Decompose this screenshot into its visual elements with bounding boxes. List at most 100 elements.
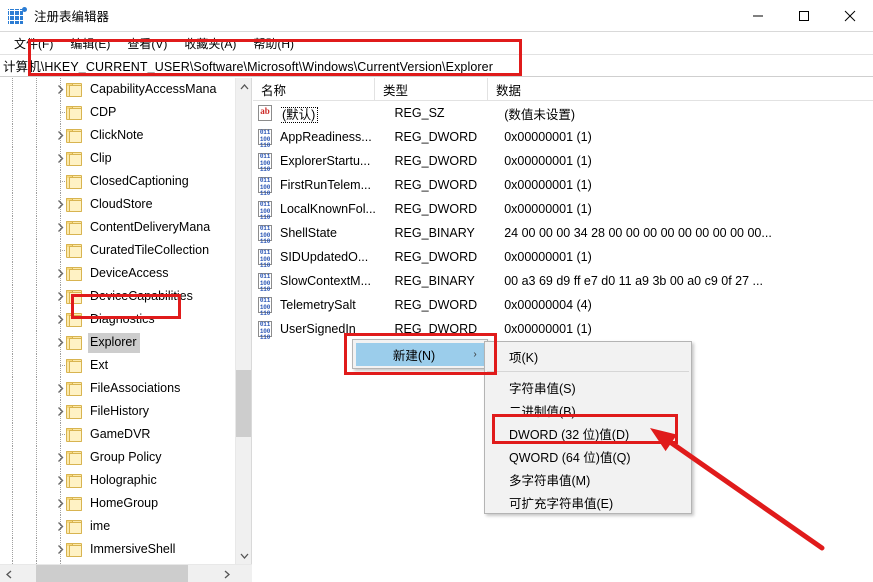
value-type: REG_BINARY — [395, 226, 505, 240]
value-list-row[interactable]: ab(默认)REG_SZ(数值未设置) — [253, 101, 873, 125]
value-type: REG_DWORD — [395, 322, 505, 336]
value-list-row[interactable]: 011100110SIDUpdatedO...REG_DWORD0x000000… — [253, 245, 873, 269]
tree-indent — [0, 285, 66, 308]
value-list-row[interactable]: 011100110ShellStateREG_BINARY24 00 00 00… — [253, 221, 873, 245]
tree-item-clip[interactable]: Clip — [0, 147, 236, 170]
tree-hscroll-thumb[interactable] — [36, 565, 188, 582]
tree-item-homegroup[interactable]: HomeGroup — [0, 492, 236, 515]
tree-item-clicknote[interactable]: ClickNote — [0, 124, 236, 147]
tree-item-devicecapabilities[interactable]: DeviceCapabilities — [0, 285, 236, 308]
value-list-row[interactable]: 011100110TelemetrySaltREG_DWORD0x0000000… — [253, 293, 873, 317]
value-name-text: LocalKnownFol... — [280, 202, 376, 216]
folder-icon — [66, 451, 82, 465]
address-bar[interactable]: 计算机\HKEY_CURRENT_USER\Software\Microsoft… — [0, 54, 873, 77]
folder-icon — [66, 497, 82, 511]
tree-item-closedcaptioning[interactable]: ClosedCaptioning — [0, 170, 236, 193]
minimize-button[interactable] — [735, 0, 781, 32]
tree-item-label: Clip — [88, 149, 115, 169]
value-name-text: SIDUpdatedO... — [280, 250, 368, 264]
tree-item-label: ClosedCaptioning — [88, 172, 192, 192]
tree-guide-line — [36, 331, 37, 354]
tree-indent — [0, 423, 66, 446]
submenu-item-1[interactable]: 字符串值(S) — [485, 376, 691, 399]
tree-item-capabilityaccessmana[interactable]: CapabilityAccessMana — [0, 78, 236, 101]
value-list-row[interactable]: 011100110LocalKnownFol...REG_DWORD0x0000… — [253, 197, 873, 221]
tree-item-diagnostics[interactable]: Diagnostics — [0, 308, 236, 331]
tree-vertical-scrollbar[interactable] — [235, 78, 251, 564]
value-list-row[interactable]: 011100110AppReadiness...REG_DWORD0x00000… — [253, 125, 873, 149]
tree-horizontal-scrollbar[interactable] — [0, 564, 252, 582]
folder-icon — [66, 336, 82, 350]
menu-file[interactable]: 文件(F) — [6, 33, 62, 54]
tree-item-group-policy[interactable]: Group Policy — [0, 446, 236, 469]
submenu-item-5[interactable]: 多字符串值(M) — [485, 468, 691, 491]
dword-value-icon: 011100110 — [257, 201, 275, 217]
tree-guide-line — [36, 124, 37, 147]
tree-item-label: DeviceAccess — [88, 264, 172, 284]
close-button[interactable] — [827, 0, 873, 32]
menu-edit[interactable]: 编辑(E) — [62, 33, 119, 54]
scroll-down-icon[interactable] — [236, 547, 252, 564]
submenu-item-2[interactable]: 二进制值(B) — [485, 399, 691, 422]
menu-help[interactable]: 帮助(H) — [245, 33, 303, 54]
tree-item-cloudstore[interactable]: CloudStore — [0, 193, 236, 216]
scroll-left-icon[interactable] — [0, 565, 17, 582]
tree-item-gamedvr[interactable]: GameDVR — [0, 423, 236, 446]
tree-item-cdp[interactable]: CDP — [0, 101, 236, 124]
tree-guide-line — [36, 469, 37, 492]
value-data: 0x00000001 (1) — [504, 130, 873, 144]
submenu-item-4[interactable]: QWORD (64 位)值(Q) — [485, 445, 691, 468]
value-list-row[interactable]: 011100110UserSignedInREG_DWORD0x00000001… — [253, 317, 873, 341]
value-list-row[interactable]: 011100110SlowContextM...REG_BINARY00 a3 … — [253, 269, 873, 293]
submenu-separator — [487, 371, 689, 372]
submenu-item-0[interactable]: 项(K) — [485, 345, 691, 368]
column-header-type[interactable]: 类型 — [375, 78, 488, 101]
tree-scroll-thumb[interactable] — [236, 370, 252, 437]
scroll-up-icon[interactable] — [236, 78, 252, 95]
column-header-data[interactable]: 数据 — [488, 78, 873, 101]
tree-guide-line — [12, 377, 13, 400]
tree-item-label: ClickNote — [88, 126, 147, 146]
tree-guide-line — [12, 354, 13, 377]
tree-item-label: CapabilityAccessMana — [88, 80, 219, 100]
tree-guide-line — [12, 308, 13, 331]
tree-indent — [0, 216, 66, 239]
registry-tree: CapabilityAccessMana CDP ClickNote Clip Clos… — [0, 78, 236, 564]
tree-item-holographic[interactable]: Holographic — [0, 469, 236, 492]
folder-icon — [66, 267, 82, 281]
tree-item-explorer[interactable]: Explorer — [0, 331, 236, 354]
tree-guide-line — [36, 101, 37, 124]
string-value-icon: ab — [257, 105, 275, 121]
value-list-row[interactable]: 011100110ExplorerStartu...REG_DWORD0x000… — [253, 149, 873, 173]
value-list-row[interactable]: 011100110FirstRunTelem...REG_DWORD0x0000… — [253, 173, 873, 197]
tree-item-deviceaccess[interactable]: DeviceAccess — [0, 262, 236, 285]
menu-favorites[interactable]: 收藏夹(A) — [176, 33, 245, 54]
menu-view[interactable]: 查看(V) — [119, 33, 176, 54]
dword-value-icon: 011100110 — [257, 297, 275, 313]
tree-item-label: CloudStore — [88, 195, 156, 215]
value-data: 24 00 00 00 34 28 00 00 00 00 00 00 00 0… — [504, 226, 873, 240]
tree-indent — [0, 400, 66, 423]
value-data: 0x00000004 (4) — [504, 298, 873, 312]
tree-item-immersiveshell[interactable]: ImmersiveShell — [0, 538, 236, 561]
column-header-name[interactable]: 名称 — [253, 78, 375, 101]
tree-item-label: CDP — [88, 103, 119, 123]
tree-item-filehistory[interactable]: FileHistory — [0, 400, 236, 423]
tree-guide-line — [12, 78, 13, 101]
maximize-button[interactable] — [781, 0, 827, 32]
tree-item-ext[interactable]: Ext — [0, 354, 236, 377]
tree-item-ime[interactable]: ime — [0, 515, 236, 538]
tree-item-curatedtilecollection[interactable]: CuratedTileCollection — [0, 239, 236, 262]
value-type: REG_SZ — [395, 106, 505, 120]
tree-item-fileassociations[interactable]: FileAssociations — [0, 377, 236, 400]
submenu-item-3[interactable]: DWORD (32 位)值(D) — [485, 422, 691, 445]
scroll-right-icon[interactable] — [218, 565, 235, 582]
menu-bar: 文件(F) 编辑(E) 查看(V) 收藏夹(A) 帮助(H) — [0, 32, 873, 54]
submenu-item-6[interactable]: 可扩充字符串值(E) — [485, 491, 691, 514]
tree-item-contentdeliverymana[interactable]: ContentDeliveryMana — [0, 216, 236, 239]
context-menu-item-new[interactable]: 新建(N) › — [356, 343, 484, 366]
folder-icon — [66, 359, 82, 373]
tree-item-label: FileAssociations — [88, 379, 183, 399]
dword-value-icon: 011100110 — [257, 177, 275, 193]
window-title: 注册表编辑器 — [34, 6, 109, 25]
